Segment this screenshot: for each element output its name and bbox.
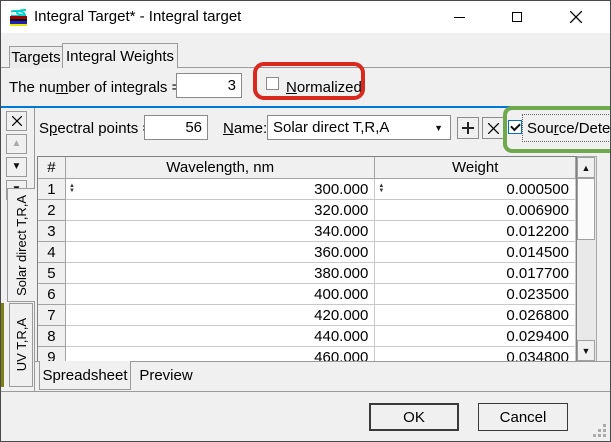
minimize-icon (454, 17, 465, 18)
minimize-button[interactable] (436, 1, 482, 33)
move-up-button[interactable]: ▲ (6, 134, 27, 154)
header-num[interactable]: # (38, 157, 66, 179)
table-row: 1▲▼300.000▲▼0.000500 (38, 179, 576, 200)
cell-spinner[interactable]: ▲▼ (69, 184, 75, 194)
weight-cell[interactable]: 0.014500 (375, 242, 576, 263)
arrow-down-icon: ▼ (582, 346, 591, 356)
spectral-points-label: Spectral points = (39, 120, 151, 137)
table-row: 6400.0000.023500 (38, 284, 576, 305)
row-number-cell[interactable]: 5 (38, 263, 66, 284)
name-combobox[interactable]: Solar direct T,R,A ▼ (267, 115, 451, 140)
scrollbar-thumb[interactable] (577, 178, 595, 240)
wavelength-cell[interactable]: ▲▼300.000 (66, 179, 375, 200)
move-down-button[interactable]: ▼ (6, 157, 27, 177)
cell-spinner[interactable]: ▲▼ (378, 184, 384, 194)
weight-cell[interactable]: 0.012200 (375, 221, 576, 242)
tab-integral-weights[interactable]: Integral Weights (62, 43, 178, 68)
scroll-up-button[interactable]: ▲ (577, 157, 595, 178)
accent-divider (1, 106, 610, 108)
integrals-count-label: The number of integrals = (9, 79, 180, 96)
row-number-cell[interactable]: 2 (38, 200, 66, 221)
header-wavelength[interactable]: Wavelength, nm (66, 157, 375, 179)
wavelength-cell[interactable]: 400.000 (66, 284, 375, 305)
name-label: Name: (223, 120, 267, 137)
delete-integral-button[interactable] (482, 117, 504, 139)
spinner-down-icon: ▼ (69, 189, 75, 194)
close-icon (488, 123, 499, 134)
add-integral-button[interactable] (457, 117, 479, 139)
integrals-count-input[interactable] (176, 73, 242, 98)
wavelength-cell[interactable]: 380.000 (66, 263, 375, 284)
vertical-scrollbar[interactable]: ▲ ▼ (577, 156, 597, 362)
row-number-cell[interactable]: 8 (38, 326, 66, 347)
side-tab-solar-direct[interactable]: Solar direct T,R,A (7, 188, 35, 302)
row-number-cell[interactable]: 1 (38, 179, 66, 200)
scroll-down-button[interactable]: ▼ (577, 340, 595, 361)
normalized-checkbox[interactable] (266, 77, 279, 90)
arrow-down-icon: ▼ (12, 162, 22, 172)
weight-cell[interactable]: 0.034800 (375, 347, 576, 362)
table-row: 3340.0000.012200 (38, 221, 576, 242)
spinner-down-icon: ▼ (378, 189, 384, 194)
row-number-cell[interactable]: 9 (38, 347, 66, 362)
app-icon (10, 8, 28, 26)
wavelength-cell[interactable]: 360.000 (66, 242, 375, 263)
row-number-cell[interactable]: 4 (38, 242, 66, 263)
spectral-points-input[interactable] (144, 115, 208, 140)
arrow-up-icon: ▲ (12, 139, 22, 149)
table-row: 8440.0000.029400 (38, 326, 576, 347)
dock-close-button[interactable] (6, 111, 27, 131)
side-tab-edge-stripe (1, 303, 4, 387)
weight-cell[interactable]: 0.017700 (375, 263, 576, 284)
weight-cell[interactable]: 0.023500 (375, 284, 576, 305)
source-detector-label[interactable]: Source/Detec (527, 120, 611, 137)
row-number-cell[interactable]: 7 (38, 305, 66, 326)
source-detector-checkbox[interactable] (508, 120, 522, 134)
close-button[interactable] (553, 1, 599, 33)
header-weight[interactable]: Weight (375, 157, 576, 179)
plus-icon (462, 122, 474, 134)
tab-preview[interactable]: Preview (131, 363, 201, 388)
cancel-button[interactable]: Cancel (478, 403, 568, 431)
table-row: 9460.0000.034800 (38, 347, 576, 362)
wavelength-cell[interactable]: 460.000 (66, 347, 375, 362)
wavelength-cell[interactable]: 340.000 (66, 221, 375, 242)
wavelength-cell[interactable]: 440.000 (66, 326, 375, 347)
maximize-button[interactable] (494, 1, 540, 33)
close-icon (570, 11, 582, 23)
titlebar: Integral Target* - Integral target (1, 1, 610, 33)
row-number-cell[interactable]: 6 (38, 284, 66, 305)
wavelength-cell[interactable]: 320.000 (66, 200, 375, 221)
table-row: 2320.0000.006900 (38, 200, 576, 221)
tab-spreadsheet[interactable]: Spreadsheet (39, 361, 131, 390)
table-header-row: # Wavelength, nm Weight (38, 157, 576, 179)
footer-divider (1, 391, 610, 392)
weights-table: # Wavelength, nm Weight 1▲▼300.000▲▼0.00… (37, 156, 577, 362)
window-title: Integral Target* - Integral target (34, 8, 241, 25)
normalized-label[interactable]: Normalized (286, 79, 362, 96)
weight-cell[interactable]: 0.026800 (375, 305, 576, 326)
weight-cell[interactable]: 0.006900 (375, 200, 576, 221)
dialog-window: Integral Target* - Integral target Targe… (0, 0, 611, 442)
tab-targets[interactable]: Targets (9, 46, 63, 68)
row-number-cell[interactable]: 3 (38, 221, 66, 242)
chevron-down-icon: ▼ (434, 123, 450, 133)
resize-grip[interactable] (593, 424, 606, 437)
weight-cell[interactable]: ▲▼0.000500 (375, 179, 576, 200)
arrow-up-icon: ▲ (582, 163, 591, 173)
maximize-icon (512, 12, 522, 22)
table-row: 4360.0000.014500 (38, 242, 576, 263)
table-row: 7420.0000.026800 (38, 305, 576, 326)
close-icon (12, 116, 22, 126)
table-row: 5380.0000.017700 (38, 263, 576, 284)
weight-cell[interactable]: 0.029400 (375, 326, 576, 347)
wavelength-cell[interactable]: 420.000 (66, 305, 375, 326)
side-tab-uv[interactable]: UV T,R,A (9, 303, 33, 387)
table-body: 1▲▼300.000▲▼0.0005002320.0000.0069003340… (38, 179, 576, 362)
ok-button[interactable]: OK (369, 403, 459, 431)
